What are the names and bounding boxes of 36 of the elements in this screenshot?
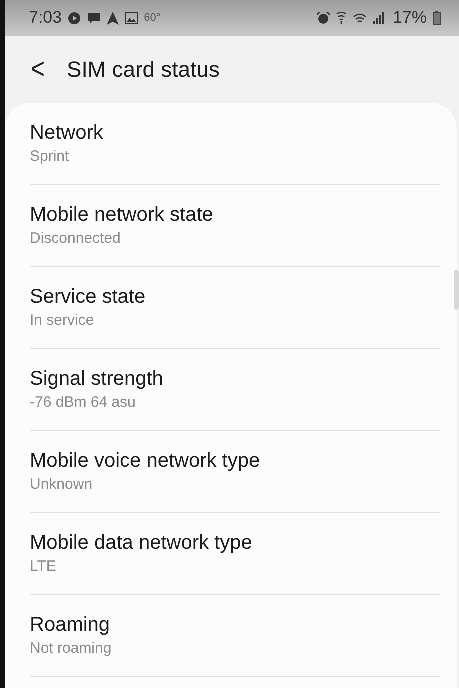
status-item[interactable]: Service state In service	[30, 267, 440, 349]
scrollbar	[454, 270, 459, 310]
signal-icon	[372, 12, 385, 24]
item-value: Sprint	[30, 148, 70, 165]
item-title: Mobile network state	[30, 203, 214, 227]
status-item[interactable]: Mobile data network type LTE	[30, 513, 440, 595]
wifi-icon	[352, 12, 367, 24]
item-value: Disconnected	[30, 230, 122, 247]
message-icon	[87, 12, 102, 24]
back-button[interactable]: <	[27, 52, 50, 86]
play-icon	[68, 12, 82, 24]
status-item[interactable]: Mobile voice network type Unknown	[30, 431, 440, 513]
battery-icon	[433, 11, 441, 25]
item-value: -76 dBm 64 asu	[30, 394, 137, 411]
hotspot-icon	[336, 11, 347, 25]
item-value: Unknown	[30, 476, 94, 493]
item-value: In service	[30, 312, 96, 329]
status-item[interactable]: Roaming Not roaming	[30, 595, 440, 677]
navigation-icon	[107, 12, 120, 24]
clock: 7:03	[29, 8, 62, 28]
image-icon	[125, 12, 138, 24]
item-value: Not roaming	[30, 640, 113, 657]
battery-percent: 17%	[392, 8, 427, 28]
item-title: Mobile voice network type	[30, 449, 262, 473]
status-item[interactable]: Signal strength -76 dBm 64 asu	[30, 349, 440, 431]
status-item[interactable]: Mobile network state Disconnected	[30, 185, 440, 267]
item-title: Mobile data network type	[30, 531, 254, 555]
alarm-icon	[316, 12, 330, 24]
item-value: LTE	[30, 558, 58, 575]
item-title: Roaming	[30, 613, 112, 637]
item-title: Service state	[30, 285, 147, 309]
item-title: Network	[30, 121, 104, 145]
page-title: SIM card status	[67, 56, 220, 82]
item-title: Signal strength	[30, 367, 164, 391]
temperature: 60°	[144, 12, 161, 24]
status-item[interactable]: Network Sprint	[30, 103, 440, 185]
